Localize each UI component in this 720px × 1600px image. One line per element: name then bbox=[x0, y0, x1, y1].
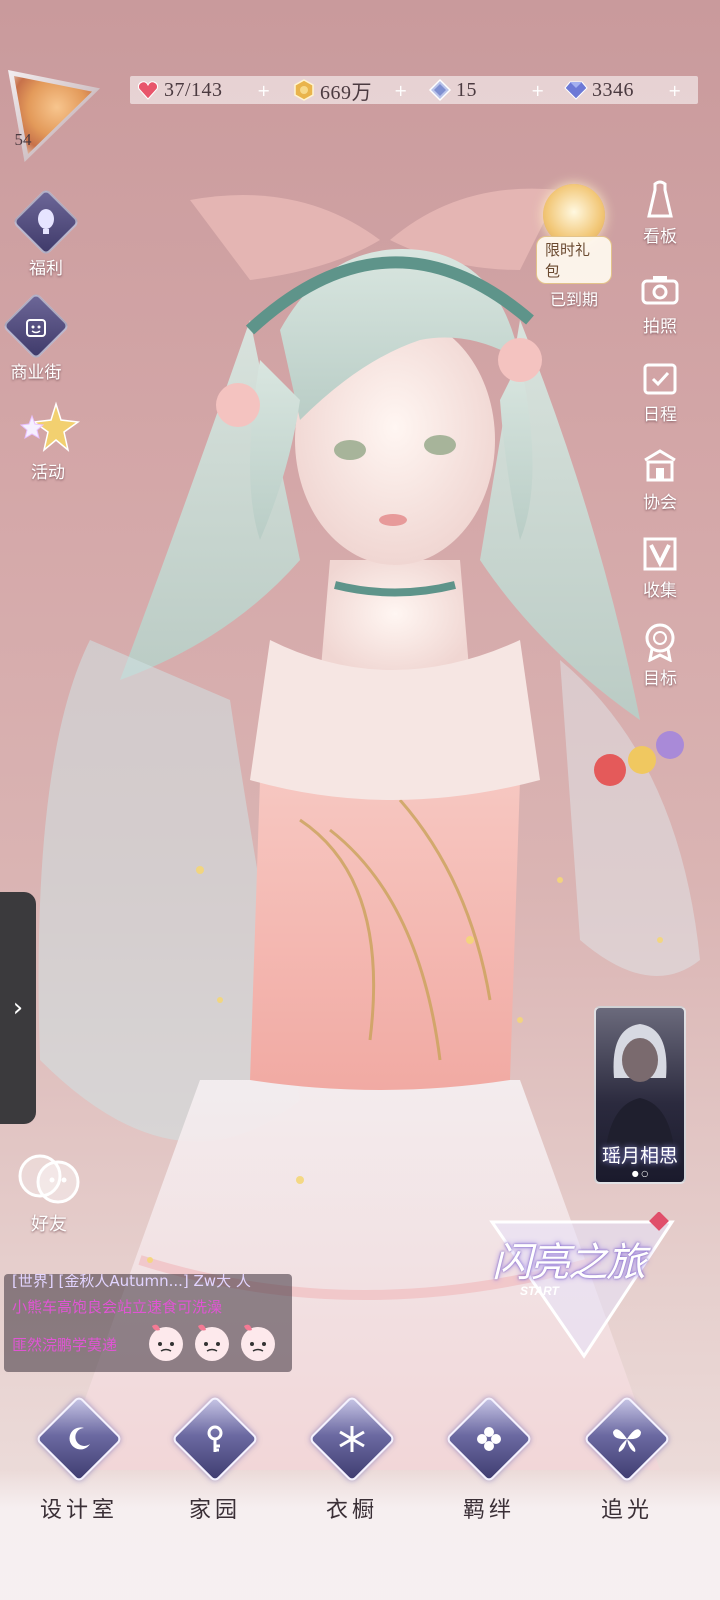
nav-bond-label: 羁绊 bbox=[462, 1498, 515, 1523]
sticker-face-icon bbox=[149, 1324, 183, 1361]
heart-gem-icon bbox=[137, 81, 159, 100]
currency-diamond: 3346 bbox=[564, 76, 634, 104]
add-stamina-button[interactable]: + bbox=[257, 76, 270, 104]
calendar-icon bbox=[640, 358, 680, 398]
nav-bond[interactable]: 羁绊 bbox=[434, 1395, 544, 1524]
nav-home-label: 家园 bbox=[188, 1498, 241, 1523]
nav-chase-light-label: 追光 bbox=[600, 1498, 653, 1523]
menu-schedule-label: 日程 bbox=[643, 405, 677, 425]
menu-collection-label: 收集 bbox=[643, 581, 677, 601]
nav-design-studio[interactable]: 设计室 bbox=[24, 1395, 134, 1524]
collection-icon bbox=[640, 534, 680, 574]
player-level: 54 bbox=[14, 130, 32, 149]
shopping-bag-icon bbox=[25, 319, 46, 337]
chevron-right-icon: › bbox=[12, 993, 24, 1023]
nav-gem-design bbox=[35, 1395, 123, 1483]
menu-events[interactable]: 活动 bbox=[16, 400, 81, 483]
promo-card-title: 瑶月相思 bbox=[601, 1145, 678, 1167]
menu-board-label: 看板 bbox=[643, 227, 677, 247]
friends-label: 好友 bbox=[31, 1214, 67, 1235]
add-diamond-button[interactable]: + bbox=[668, 76, 681, 104]
sticker-face-icon bbox=[195, 1324, 229, 1361]
event-title: 闪亮之旅 bbox=[492, 1240, 646, 1286]
menu-guild[interactable]: 协会 bbox=[640, 446, 680, 513]
balloon-icon bbox=[38, 209, 54, 234]
snowflake-icon bbox=[339, 1426, 365, 1452]
add-gold-button[interactable]: + bbox=[394, 76, 407, 104]
dress-board-icon bbox=[640, 180, 680, 220]
nav-wardrobe-label: 衣橱 bbox=[325, 1498, 378, 1523]
moon-pen-icon bbox=[69, 1427, 90, 1450]
menu-photo-label: 拍照 bbox=[643, 317, 677, 337]
key-icon bbox=[207, 1425, 223, 1452]
menu-guild-label: 协会 bbox=[643, 493, 677, 513]
chat-line-2: 小熊车高饱良会站立速食可洗澡 bbox=[12, 1298, 223, 1316]
chat-line-world: [世界] [金秋人Autumn...] Zw大 人 bbox=[12, 1274, 251, 1290]
carousel-dots: ● ○ bbox=[631, 1169, 649, 1178]
menu-photo[interactable]: 拍照 bbox=[640, 270, 680, 337]
friends-button[interactable]: 好友 bbox=[16, 1150, 82, 1236]
event-subtitle: START bbox=[520, 1284, 559, 1298]
butterfly-icon bbox=[613, 1429, 641, 1452]
crystal-icon bbox=[428, 78, 452, 102]
target-badge-icon bbox=[640, 622, 680, 662]
menu-shopping-label: 商业街 bbox=[10, 363, 62, 383]
stars-icon bbox=[16, 400, 81, 456]
chat-box[interactable]: [世界] [金秋人Autumn...] Zw大 人 小熊车高饱良会站立速食可洗澡… bbox=[4, 1274, 292, 1372]
welfare-badge bbox=[12, 188, 80, 256]
nav-chase-light[interactable]: 追光 bbox=[572, 1395, 682, 1524]
nav-gem-bond bbox=[445, 1395, 533, 1483]
menu-shopping-street[interactable]: 商业街 bbox=[2, 292, 70, 383]
diamond-value: 3346 bbox=[592, 78, 634, 101]
friends-icon bbox=[18, 1154, 80, 1204]
currency-stamina: 37/143 bbox=[136, 76, 223, 104]
nav-gem-chase-light bbox=[583, 1395, 671, 1483]
gold-coin-icon bbox=[294, 79, 314, 101]
event-shining-journey[interactable]: 闪亮之旅 START bbox=[484, 1212, 680, 1362]
guild-icon bbox=[640, 446, 680, 486]
camera-icon bbox=[640, 270, 680, 310]
gold-value: 669万 bbox=[320, 81, 372, 104]
nav-wardrobe[interactable]: 衣橱 bbox=[297, 1395, 407, 1524]
nav-home[interactable]: 家园 bbox=[160, 1395, 270, 1524]
nav-gem-home bbox=[171, 1395, 259, 1483]
currency-gold: 669万 bbox=[292, 76, 372, 104]
menu-events-label: 活动 bbox=[31, 463, 65, 483]
menu-collection[interactable]: 收集 bbox=[640, 534, 680, 601]
chat-stickers bbox=[144, 1320, 280, 1364]
currency-crystal: 15 bbox=[428, 76, 477, 104]
add-crystal-button[interactable]: + bbox=[531, 76, 544, 104]
gift-status: 已到期 bbox=[549, 290, 598, 309]
clover-icon bbox=[477, 1427, 501, 1451]
gift-tag: 限时礼包 bbox=[536, 236, 612, 284]
crystal-value: 15 bbox=[456, 78, 477, 101]
sticker-face-icon bbox=[241, 1324, 275, 1361]
promo-card[interactable]: 瑶月相思 ● ○ bbox=[594, 1006, 686, 1184]
menu-goals-label: 目标 bbox=[643, 669, 677, 689]
nav-gem-wardrobe bbox=[308, 1395, 396, 1483]
shopping-badge bbox=[2, 292, 70, 360]
stamina-value: 37/143 bbox=[164, 78, 223, 101]
menu-schedule[interactable]: 日程 bbox=[640, 358, 680, 425]
menu-goals[interactable]: 目标 bbox=[640, 622, 680, 689]
side-drawer-toggle[interactable]: › bbox=[0, 892, 36, 1124]
diamond-icon bbox=[564, 81, 588, 100]
menu-welfare-label: 福利 bbox=[29, 259, 63, 279]
limited-gift-pack[interactable]: 限时礼包 已到期 bbox=[536, 184, 612, 310]
menu-welfare[interactable]: 福利 bbox=[12, 188, 80, 279]
nav-design-label: 设计室 bbox=[39, 1498, 118, 1523]
menu-board[interactable]: 看板 bbox=[640, 180, 680, 247]
promo-character-portrait bbox=[606, 1024, 674, 1148]
